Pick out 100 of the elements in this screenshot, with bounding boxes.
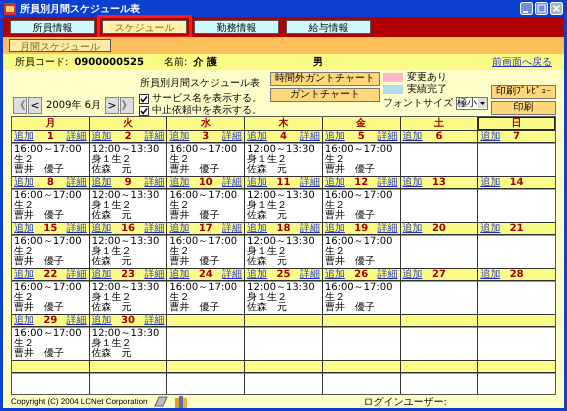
weekday-header: 月 <box>12 117 89 130</box>
window-title: 所員別月間スケジュール表 <box>20 2 141 16</box>
detail-link[interactable]: 詳細 <box>222 269 242 280</box>
detail-link[interactable]: 詳細 <box>66 223 87 234</box>
add-link[interactable]: 追加 <box>14 269 34 280</box>
print-button[interactable]: 印刷ﾌﾟﾚﾋﾞｭｰ <box>491 85 556 99</box>
add-link[interactable]: 追加 <box>247 131 268 142</box>
last-month-button[interactable]: 》 <box>120 96 134 114</box>
gantt-chart-button[interactable]: ガントチャート <box>270 88 380 102</box>
day-number: 8 <box>46 177 54 188</box>
entry-staff: 佐森 元 <box>92 349 133 359</box>
add-link[interactable]: 追加 <box>324 177 345 188</box>
next-month-button[interactable]: > <box>105 96 119 114</box>
print-button[interactable]: 印刷 <box>491 101 556 115</box>
detail-link[interactable]: 詳細 <box>66 131 87 142</box>
detail-link[interactable]: 詳細 <box>222 177 242 188</box>
minimize-icon[interactable] <box>520 2 533 15</box>
add-link[interactable]: 追加 <box>92 223 112 234</box>
add-link[interactable]: 追加 <box>402 131 423 142</box>
detail-link[interactable]: 詳細 <box>378 131 398 142</box>
add-link[interactable]: 追加 <box>480 177 500 188</box>
detail-link[interactable]: 詳細 <box>222 223 242 234</box>
detail-link[interactable]: 詳細 <box>144 223 164 234</box>
entry-staff: 佐森 元 <box>92 165 133 175</box>
close-icon[interactable] <box>550 2 563 15</box>
detail-link[interactable]: 詳細 <box>378 269 398 280</box>
add-link[interactable]: 追加 <box>324 223 345 234</box>
gender: 男 <box>312 56 323 69</box>
staff-code-label: 所員コード: <box>15 56 68 69</box>
tab[interactable]: 勤務情報 <box>194 20 279 34</box>
detail-link[interactable]: 詳細 <box>66 315 87 326</box>
maximize-icon[interactable] <box>535 2 548 15</box>
subtab[interactable]: 月間スケジュール <box>9 39 111 52</box>
add-link[interactable]: 追加 <box>92 269 112 280</box>
entry-staff: 曹井 優子 <box>324 211 376 221</box>
day-number: 3 <box>202 131 210 142</box>
add-link[interactable]: 追加 <box>169 269 190 280</box>
day-number: 22 <box>43 269 58 280</box>
staff-name: 介 護 <box>193 56 217 69</box>
day-number: 26 <box>354 269 368 280</box>
tab[interactable]: 所員情報 <box>10 20 95 34</box>
previous-month-button[interactable]: < <box>28 96 42 114</box>
add-link[interactable]: 追加 <box>480 223 500 234</box>
day-number: 7 <box>513 131 520 142</box>
entry-time: 16:00～17:00生２ <box>169 145 238 165</box>
detail-link[interactable]: 詳細 <box>66 269 87 280</box>
add-link[interactable]: 追加 <box>14 131 34 142</box>
day-number: 17 <box>198 223 213 234</box>
day-number: 24 <box>198 269 213 280</box>
detail-link[interactable]: 詳細 <box>378 223 398 234</box>
entry-time: 16:00～17:00生２ <box>169 237 238 257</box>
add-link[interactable]: 追加 <box>14 177 34 188</box>
add-link[interactable]: 追加 <box>402 177 423 188</box>
add-link[interactable]: 追加 <box>92 177 112 188</box>
entry-staff: 曹井 優子 <box>169 303 220 313</box>
gantt-chart-button[interactable]: 時間外ガントチャート <box>270 72 380 86</box>
checkbox[interactable] <box>139 94 149 104</box>
entry-time: 12:00～13:30身１生２ <box>92 283 160 303</box>
add-link[interactable]: 追加 <box>480 131 500 142</box>
back-link[interactable]: 前画面へ戻る <box>492 55 552 69</box>
entry-staff: 曹井 優子 <box>14 257 65 267</box>
add-link[interactable]: 追加 <box>14 223 34 234</box>
add-link[interactable]: 追加 <box>92 315 112 326</box>
add-link[interactable]: 追加 <box>324 269 345 280</box>
checkbox[interactable] <box>139 106 149 116</box>
tab[interactable]: 給与情報 <box>286 20 371 34</box>
detail-link[interactable]: 詳細 <box>300 269 320 280</box>
detail-link[interactable]: 詳細 <box>144 177 164 188</box>
add-link[interactable]: 追加 <box>169 223 190 234</box>
first-month-button[interactable]: 《 <box>13 96 27 114</box>
detail-link[interactable]: 詳細 <box>300 223 320 234</box>
detail-link[interactable]: 詳細 <box>144 131 164 142</box>
add-link[interactable]: 追加 <box>480 269 500 280</box>
add-link[interactable]: 追加 <box>247 223 268 234</box>
detail-link[interactable]: 詳細 <box>222 131 242 142</box>
add-link[interactable]: 追加 <box>92 131 112 142</box>
detail-link[interactable]: 詳細 <box>378 177 398 188</box>
copyright: Copyright (C) 2004 LCNet Corporation <box>11 397 148 406</box>
add-link[interactable]: 追加 <box>169 131 190 142</box>
detail-link[interactable]: 詳細 <box>66 177 87 188</box>
entry-time: 16:00～17:00生２ <box>14 237 83 257</box>
add-link[interactable]: 追加 <box>14 315 34 326</box>
entry-time: 16:00～17:00生２ <box>14 283 83 303</box>
add-link[interactable]: 追加 <box>247 269 268 280</box>
detail-link[interactable]: 詳細 <box>300 177 320 188</box>
add-link[interactable]: 追加 <box>247 177 268 188</box>
weekday-header: 金 <box>322 117 400 130</box>
detail-link[interactable]: 詳細 <box>144 269 164 280</box>
add-link[interactable]: 追加 <box>402 269 423 280</box>
day-number: 6 <box>435 131 442 142</box>
add-link[interactable]: 追加 <box>324 131 345 142</box>
detail-link[interactable]: 詳細 <box>144 315 164 326</box>
entry-staff: 曹井 優子 <box>169 211 220 221</box>
add-link[interactable]: 追加 <box>402 223 423 234</box>
dropdown-icon <box>478 98 487 108</box>
detail-link[interactable]: 詳細 <box>300 131 320 142</box>
font-size-select[interactable]: 極小 <box>456 96 488 110</box>
day-number: 9 <box>124 177 132 188</box>
add-link[interactable]: 追加 <box>169 177 190 188</box>
day-number: 21 <box>510 223 524 234</box>
